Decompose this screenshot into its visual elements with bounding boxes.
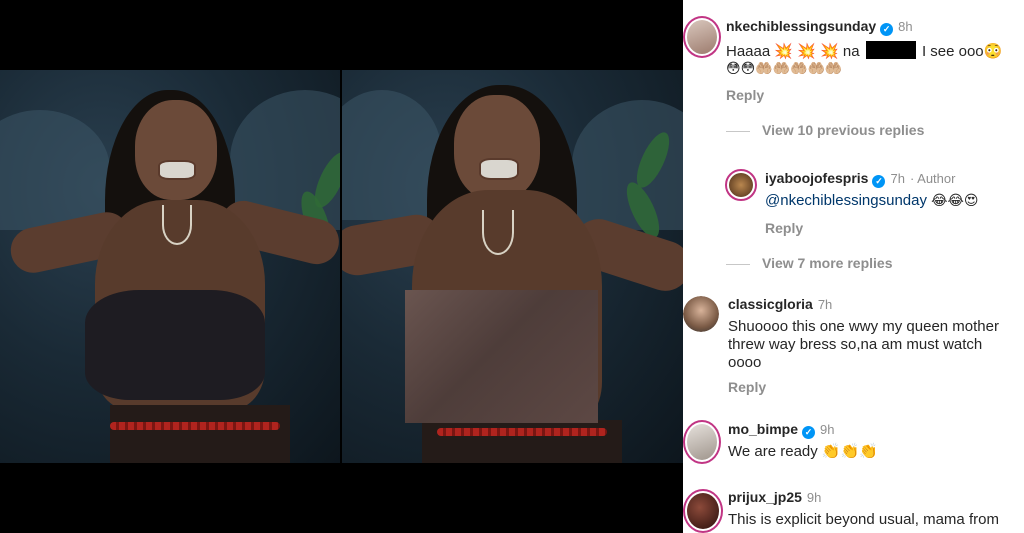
video-stills (0, 0, 683, 533)
username[interactable]: prijux_jp25 9h (728, 489, 821, 505)
avatar[interactable] (725, 169, 757, 201)
comment-text: We are ready 👏👏👏 (728, 443, 878, 460)
comment-text: Shuoooo this one wwy my queen mother thr… (728, 318, 999, 371)
avatar[interactable] (683, 420, 721, 464)
verified-badge-icon: ✓ (872, 175, 886, 188)
view-previous-replies[interactable]: View 10 previous replies (726, 122, 924, 138)
redacted-text (865, 41, 916, 59)
comment-item: classicgloria 7h Shuoooo this one wwy my … (683, 280, 1024, 410)
comment-item: prijux_jp25 9h This is explicit beyond us… (683, 480, 1024, 533)
avatar[interactable] (683, 16, 721, 58)
avatar[interactable] (683, 296, 719, 332)
timestamp: 7h (890, 171, 905, 186)
username[interactable]: iyaboojofespris ✓ 7h · Author (765, 170, 955, 188)
reply-button[interactable]: Reply (765, 220, 803, 236)
verified-badge-icon: ✓ (802, 426, 816, 439)
divider-dash (726, 263, 750, 265)
timestamp: 9h (806, 490, 822, 505)
username[interactable]: classicgloria 7h (728, 296, 832, 312)
username[interactable]: mo_bimpe ✓ 9h (728, 421, 834, 439)
verified-badge-icon: ✓ (880, 23, 894, 36)
censor-blur-box (405, 290, 598, 423)
comment-text: @nkechiblessingsunday 😂😂😍 (765, 192, 979, 209)
comment-text-line2: 😳😳🤲🏼🤲🏼🤲🏼🤲🏼🤲🏼 (726, 61, 843, 77)
timestamp: 9h (820, 422, 835, 437)
comment-item: mo_bimpe ✓ 9h We are ready 👏👏👏 (683, 410, 1024, 480)
reply-comment-item: iyaboojofespris ✓ 7h · Author @nkechiblessi… (683, 160, 1024, 280)
comments-panel[interactable]: nkechiblessingsunday ✓ 8h Haaaa 💥 💥 💥 na I… (683, 0, 1024, 533)
reply-button[interactable]: Reply (726, 87, 764, 103)
comment-text: Haaaa 💥 💥 💥 na I see ooo😳 (726, 41, 1003, 60)
mention-link[interactable]: @nkechiblessingsunday (765, 192, 927, 209)
author-tag: · Author (909, 171, 956, 186)
timestamp: 8h (898, 19, 913, 34)
view-more-replies[interactable]: View 7 more replies (726, 255, 892, 271)
divider-dash (726, 130, 750, 132)
video-frame-censored (342, 70, 683, 463)
comment-item: nkechiblessingsunday ✓ 8h Haaaa 💥 💥 💥 na I… (683, 0, 1024, 160)
username[interactable]: nkechiblessingsunday ✓ 8h (726, 18, 913, 36)
comment-text: This is explicit beyond usual, mama from (728, 511, 999, 528)
timestamp: 7h (817, 297, 833, 312)
video-frame-original (0, 70, 340, 463)
avatar[interactable] (683, 489, 723, 533)
reply-button[interactable]: Reply (728, 379, 766, 395)
